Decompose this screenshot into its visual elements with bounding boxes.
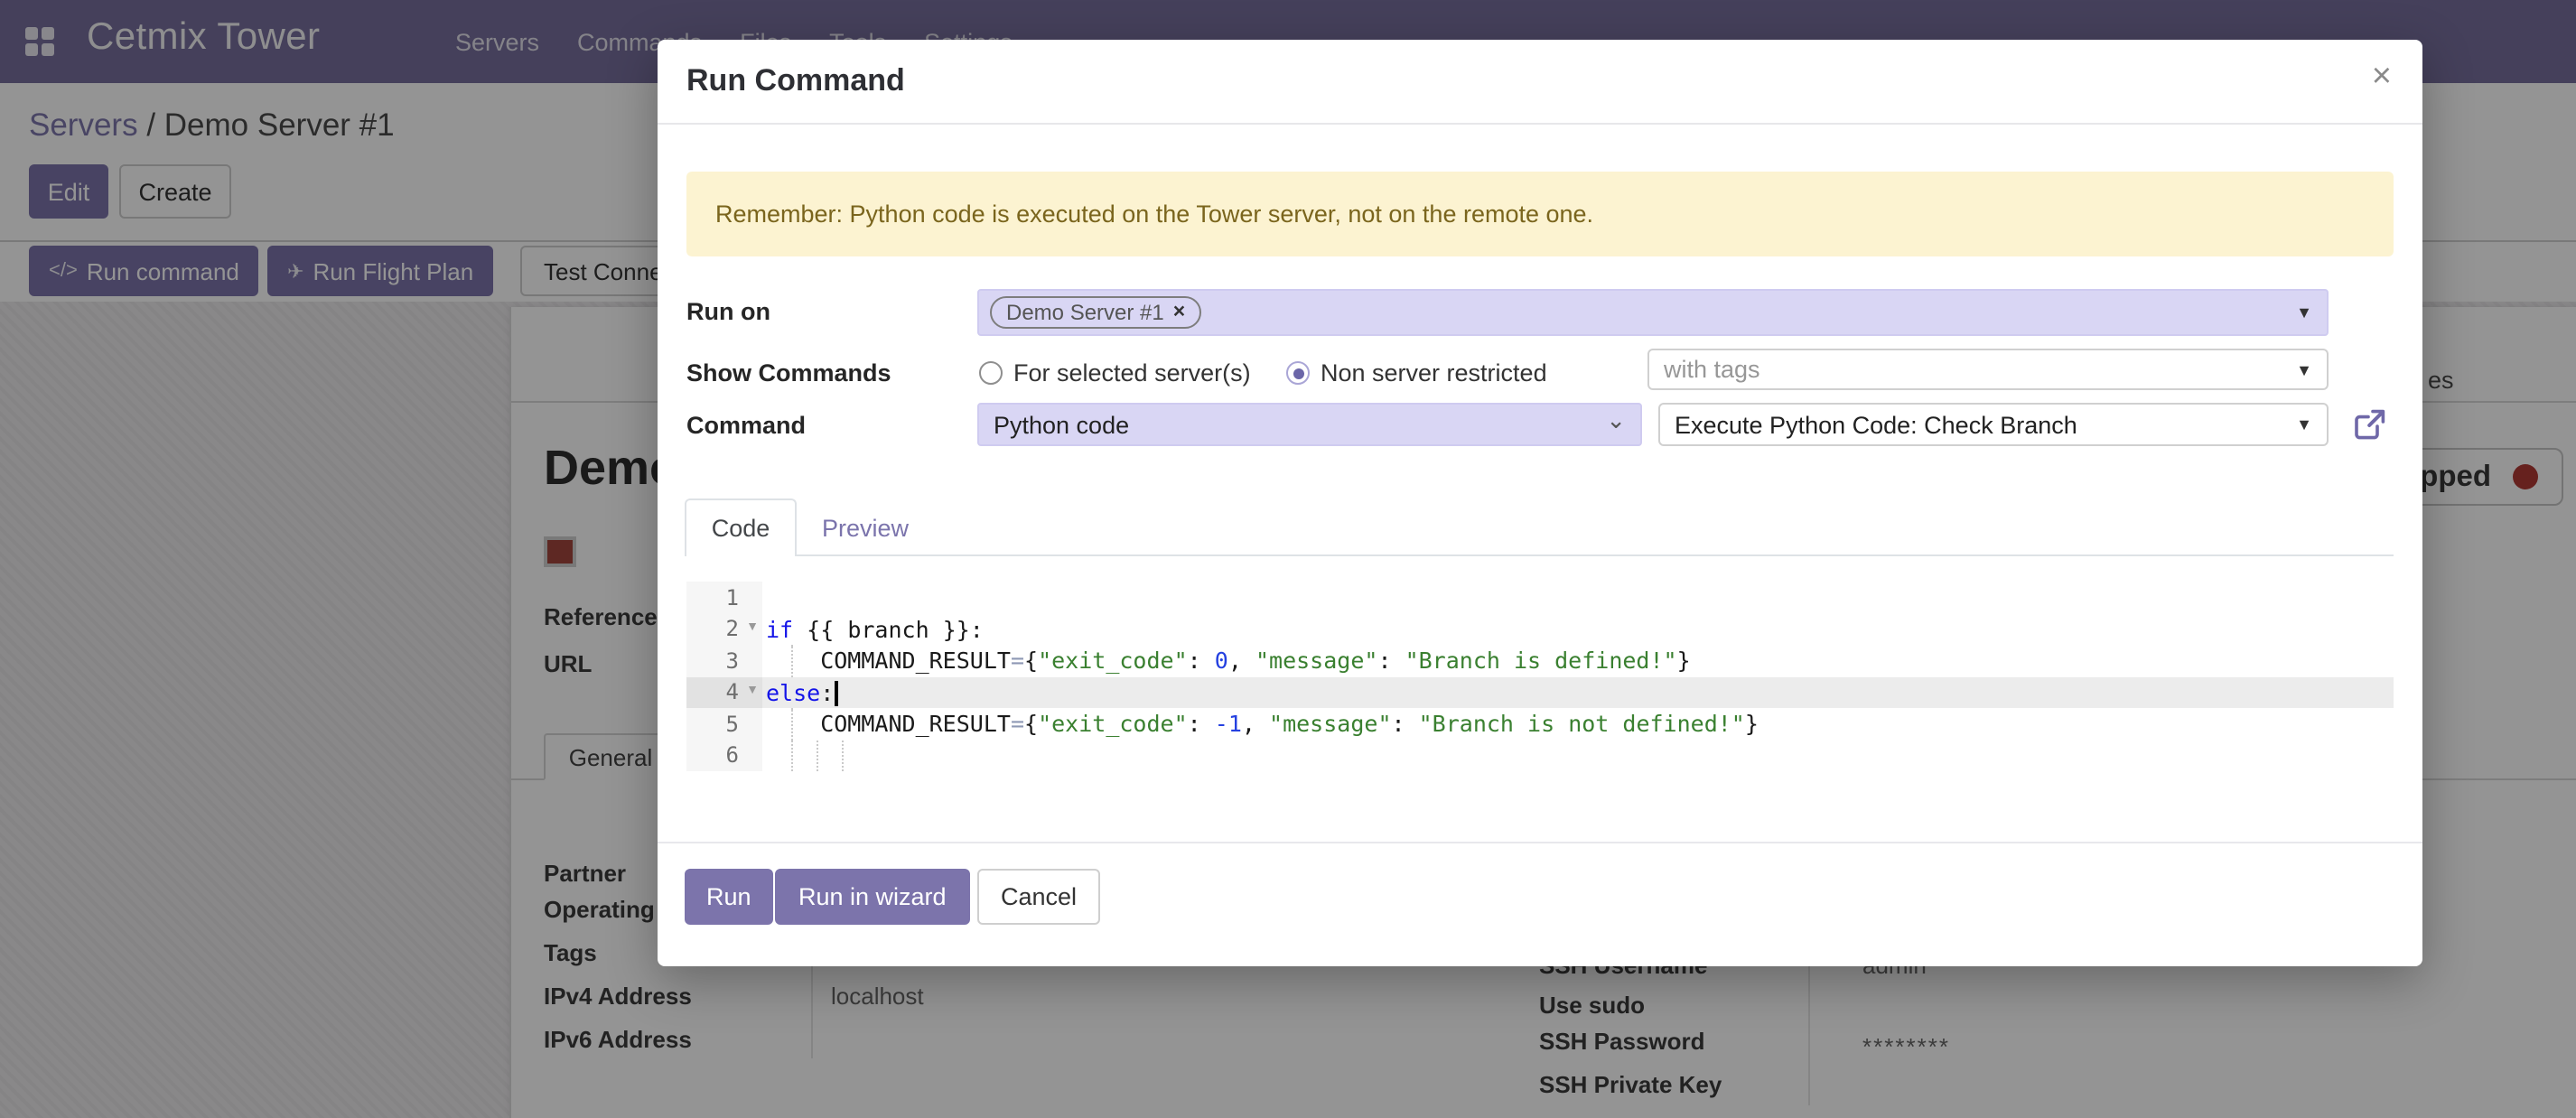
run-button[interactable]: Run — [685, 869, 773, 925]
tabs-underline — [686, 554, 2394, 556]
tab-preview[interactable]: Preview — [813, 498, 918, 556]
with-tags-placeholder: with tags — [1664, 356, 1760, 383]
tab-code[interactable]: Code — [685, 498, 797, 556]
cancel-button[interactable]: Cancel — [977, 869, 1100, 925]
line-gutter: 1 — [686, 582, 762, 613]
text-cursor — [835, 680, 837, 705]
code-line-content[interactable]: else: — [762, 676, 2394, 708]
show-commands-label: Show Commands — [686, 359, 891, 387]
line-gutter: 6 — [686, 740, 762, 771]
editor-line-1[interactable]: 1 — [686, 582, 2394, 613]
run-on-label: Run on — [686, 298, 770, 325]
line-gutter: 2▼ — [686, 613, 762, 645]
external-link-icon[interactable] — [2352, 406, 2388, 443]
chevron-down-icon: ▼ — [2296, 303, 2312, 321]
chevron-down-icon: ▼ — [2296, 360, 2312, 378]
code-line-content[interactable]: COMMAND_RESULT={"exit_code": -1, "messag… — [762, 708, 2394, 740]
command-reference-value: Execute Python Code: Check Branch — [1675, 412, 2077, 439]
code-editor[interactable]: 12▼if {{ branch }}:3 COMMAND_RESULT={"ex… — [686, 582, 2394, 771]
line-number: 5 — [726, 711, 739, 736]
line-number: 1 — [726, 584, 739, 610]
radio-label-for-selected-servers[interactable]: For selected server(s) — [1013, 359, 1251, 387]
indent-guide — [817, 740, 818, 771]
radio-label-non-server-restricted[interactable]: Non server restricted — [1321, 359, 1547, 387]
tag-remove-icon[interactable]: × — [1173, 302, 1185, 323]
indent-guide — [791, 740, 793, 771]
editor-line-2[interactable]: 2▼if {{ branch }}: — [686, 613, 2394, 645]
editor-line-5[interactable]: 5 COMMAND_RESULT={"exit_code": -1, "mess… — [686, 708, 2394, 740]
dialog-title: Run Command — [686, 63, 905, 99]
code-line-content[interactable]: COMMAND_RESULT={"exit_code": 0, "message… — [762, 645, 2394, 676]
run-command-dialog: Run Command × Remember: Python code is e… — [658, 40, 2422, 966]
fold-arrow-icon[interactable]: ▼ — [746, 620, 759, 633]
editor-line-3[interactable]: 3 COMMAND_RESULT={"exit_code": 0, "messa… — [686, 645, 2394, 676]
chevron-down-icon: ▼ — [2296, 415, 2312, 433]
run-in-wizard-button[interactable]: Run in wizard — [775, 869, 970, 925]
command-label: Command — [686, 412, 806, 439]
editor-line-6[interactable]: 6 — [686, 740, 2394, 771]
indent-guide — [791, 708, 793, 740]
indent-guide — [842, 740, 844, 771]
indent-guide — [791, 645, 793, 676]
line-gutter: 4▼ — [686, 676, 762, 708]
with-tags-select[interactable]: with tags ▼ — [1647, 349, 2329, 390]
line-number: 6 — [726, 742, 739, 768]
code-line-content[interactable]: if {{ branch }}: — [762, 613, 2394, 645]
server-tag[interactable]: Demo Server #1 × — [990, 296, 1201, 329]
command-type-select[interactable]: Python code ⌄ — [977, 403, 1642, 446]
radio-non-server-restricted[interactable] — [1286, 361, 1310, 385]
chevron-down-icon: ⌄ — [1606, 406, 1626, 435]
command-reference-select[interactable]: Execute Python Code: Check Branch ▼ — [1658, 403, 2329, 446]
dialog-header: Run Command × — [658, 40, 2422, 125]
line-gutter: 3 — [686, 645, 762, 676]
command-type-value: Python code — [994, 412, 1129, 439]
run-on-select[interactable]: Demo Server #1 × ▼ — [977, 289, 2329, 336]
editor-line-4[interactable]: 4▼else: — [686, 676, 2394, 708]
code-line-content[interactable] — [762, 582, 2394, 613]
fold-arrow-icon[interactable]: ▼ — [746, 684, 759, 696]
app-viewport: Cetmix Tower ServersCommandsFilesToolsSe… — [0, 0, 2576, 1118]
line-number: 3 — [726, 648, 739, 673]
close-icon[interactable]: × — [2372, 60, 2392, 94]
radio-for-selected-servers[interactable] — [979, 361, 1003, 385]
footer-divider — [658, 842, 2422, 843]
code-line-content[interactable] — [762, 740, 2394, 771]
warning-alert: Remember: Python code is executed on the… — [686, 172, 2394, 256]
line-gutter: 5 — [686, 708, 762, 740]
line-number: 4 — [726, 679, 739, 704]
line-number: 2 — [726, 616, 739, 641]
